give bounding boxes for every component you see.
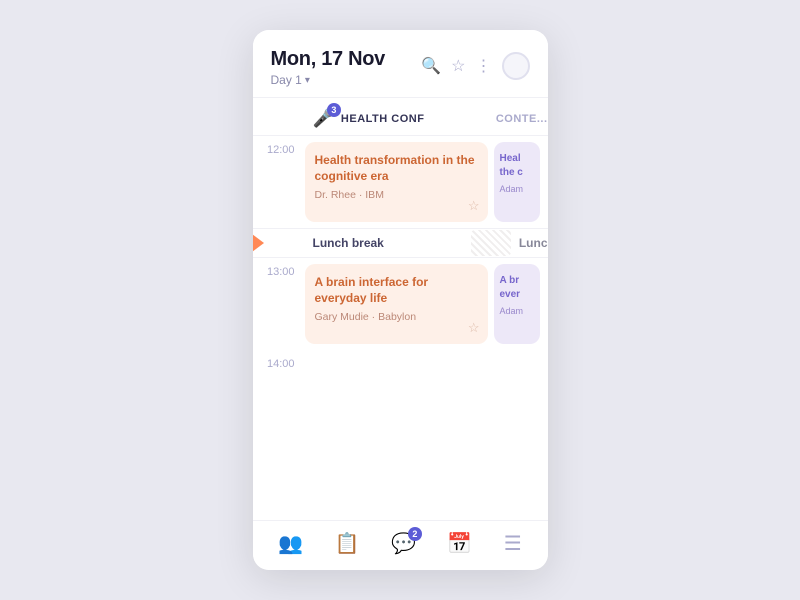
time-1300: 13:00: [253, 258, 305, 350]
lunch-pattern: [471, 230, 511, 256]
content-area: 🎤 3 HEALTH CONF CONTE... 12:00 Health tr…: [253, 98, 548, 520]
header-subtitle: Day 1 ▾: [271, 73, 386, 87]
tracks-header: 🎤 3 HEALTH CONF CONTE...: [253, 98, 548, 136]
header-date: Mon, 17 Nov: [271, 48, 386, 71]
lunch-arrow-icon: [253, 234, 264, 252]
phone-container: Mon, 17 Nov Day 1 ▾ 🔍 ☆ ⋮ 🎤 3 HEALTH CON…: [253, 30, 548, 570]
lunch-label: Lunch break: [305, 229, 471, 257]
track1-badge: 3: [327, 103, 341, 117]
track1-col: 🎤 3 HEALTH CONF: [305, 108, 488, 129]
session-speaker-health-alt: Adam: [500, 184, 534, 194]
menu-icon: ☰: [504, 531, 522, 556]
nav-item-people[interactable]: 👥: [278, 531, 303, 556]
bottom-nav: 👥 📋 💬 2 📅 ☰: [253, 520, 548, 570]
session-speaker-brain-alt: Adam: [500, 306, 534, 316]
people-icon: 👥: [278, 531, 303, 556]
more-icon[interactable]: ⋮: [476, 56, 492, 76]
nav-item-menu[interactable]: ☰: [504, 531, 522, 556]
session-card-health[interactable]: Health transformation in the cognitive e…: [305, 142, 488, 222]
lunch-row: Lunch break Lunc: [253, 228, 548, 258]
sessions-1300: A brain interface for everyday life Gary…: [305, 258, 548, 350]
calendar-icon: 📅: [447, 531, 472, 556]
sessions-1200: Health transformation in the cognitive e…: [305, 136, 548, 228]
day-label: Day 1: [271, 73, 302, 87]
session-title-health-alt: Heal the c: [500, 152, 534, 179]
track1-icon-wrap: 🎤 3: [313, 108, 335, 129]
session-title-brain: A brain interface for everyday life: [315, 274, 478, 306]
schedule-icon: 📋: [335, 531, 360, 556]
header: Mon, 17 Nov Day 1 ▾ 🔍 ☆ ⋮: [253, 30, 548, 98]
time-1400: 14:00: [253, 350, 305, 370]
session-star-brain[interactable]: ☆: [468, 320, 480, 336]
track2-name: CONTE...: [488, 113, 548, 125]
header-left: Mon, 17 Nov Day 1 ▾: [271, 48, 386, 87]
section-12: 12:00 Health transformation in the cogni…: [253, 136, 548, 228]
section-14: 14:00: [253, 350, 548, 370]
session-title-brain-alt: A br ever: [500, 274, 534, 301]
session-speaker-brain: Gary Mudie · Babylon: [315, 311, 478, 323]
nav-item-schedule[interactable]: 📋: [335, 531, 360, 556]
time-1200: 12:00: [253, 136, 305, 228]
star-icon[interactable]: ☆: [451, 56, 465, 76]
avatar[interactable]: [502, 52, 530, 80]
header-icons: 🔍 ☆ ⋮: [421, 52, 529, 80]
nav-item-calendar[interactable]: 📅: [447, 531, 472, 556]
session-star-health[interactable]: ☆: [468, 198, 480, 214]
track1-name: HEALTH CONF: [341, 113, 425, 125]
session-card-health-alt[interactable]: Heal the c Adam: [494, 142, 540, 222]
nav-item-messages[interactable]: 💬 2: [391, 531, 416, 556]
session-card-brain-alt[interactable]: A br ever Adam: [494, 264, 540, 344]
search-icon[interactable]: 🔍: [421, 56, 441, 76]
chevron-down-icon[interactable]: ▾: [305, 75, 310, 86]
messages-badge: 2: [408, 527, 422, 541]
session-title-health: Health transformation in the cognitive e…: [315, 152, 478, 184]
session-speaker-health: Dr. Rhee · IBM: [315, 189, 478, 201]
section-13: 13:00 A brain interface for everyday lif…: [253, 258, 548, 350]
session-card-brain[interactable]: A brain interface for everyday life Gary…: [305, 264, 488, 344]
lunch-label-right: Lunc: [519, 236, 548, 250]
